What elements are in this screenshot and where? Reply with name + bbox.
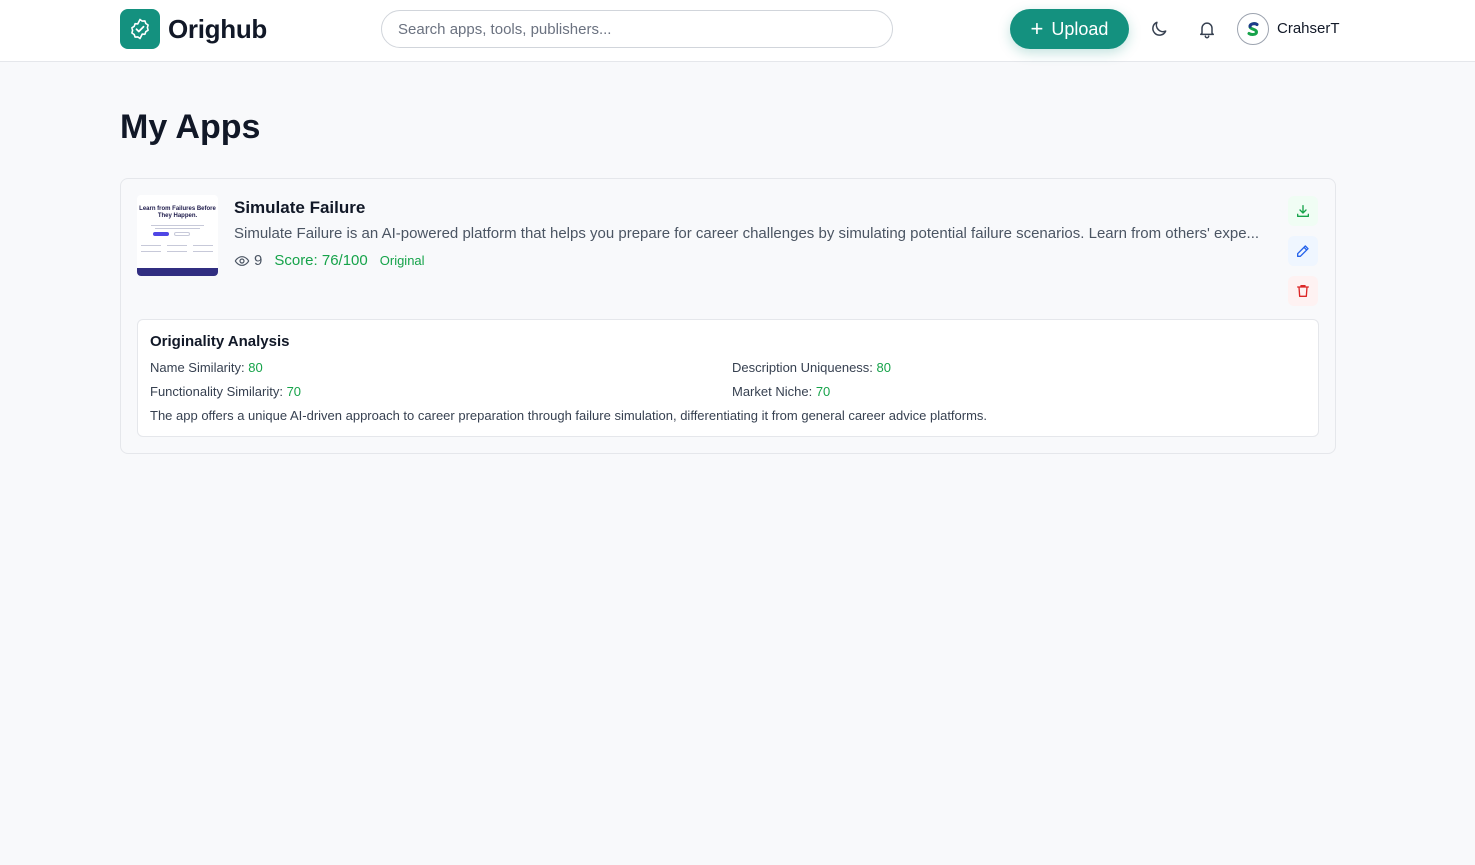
originality-score: Score: 76/100 [274,252,368,269]
app-card: Learn from Failures Before They Happen. … [120,178,1336,454]
thumbnail-line [167,251,187,252]
thumbnail-footer [137,268,218,276]
app-thumbnail[interactable]: Learn from Failures Before They Happen. [137,195,218,276]
thumbnail-line [141,251,161,252]
view-count: 9 [234,252,262,269]
thumbnail-button [153,232,169,236]
thumbnail-line [193,251,213,252]
upload-button-label: Upload [1051,18,1109,39]
eye-icon [234,255,250,266]
delete-button[interactable] [1288,276,1318,306]
upload-button[interactable]: + Upload [1010,9,1129,49]
download-icon [1297,205,1309,217]
metric-label: Market Niche: [732,384,813,399]
brand-logo[interactable]: Orighub [120,9,267,49]
plus-icon: + [1030,16,1044,41]
description-uniqueness: Description Uniqueness: 80 [732,360,891,375]
download-button[interactable] [1288,196,1318,226]
thumbnail-line [141,245,161,246]
thumbnail-line [151,225,204,226]
metric-label: Functionality Similarity: [150,384,283,399]
trash-icon [1297,285,1309,297]
status-badge: Original [379,253,425,268]
search-input[interactable] [381,10,893,48]
thumbnail-button [174,232,190,236]
metric-value: 80 [248,360,263,375]
moon-icon[interactable] [1146,16,1172,42]
analysis-summary: The app offers a unique AI-driven approa… [150,408,988,423]
thumbnail-line [193,245,213,246]
brand-name: Orighub [168,13,267,44]
top-navbar: Orighub + Upload CrahserT [0,0,1475,62]
app-meta: 9 Score: 76/100 Original [234,252,425,269]
avatar[interactable] [1237,13,1269,45]
view-count-value: 9 [254,252,263,269]
pencil-icon [1297,245,1309,257]
metric-label: Description Uniqueness: [732,360,873,375]
thumbnail-text: Learn from Failures Before They Happen. [139,206,216,219]
name-similarity: Name Similarity: 80 [150,360,263,375]
functionality-similarity: Functionality Similarity: 70 [150,384,301,399]
thumbnail-line [167,245,187,246]
metric-label: Name Similarity: [150,360,245,375]
originality-analysis-panel: Originality Analysis Name Similarity: 80… [137,319,1319,437]
username[interactable]: CrahserT [1277,20,1340,37]
check-badge-icon [120,9,160,49]
metric-value: 70 [286,384,302,399]
analysis-title: Originality Analysis [150,333,290,350]
metric-value: 70 [815,384,831,399]
page-title: My Apps [120,108,261,146]
app-description: Simulate Failure is an AI-powered platfo… [234,225,1260,242]
edit-button[interactable] [1288,236,1318,266]
bell-icon[interactable] [1194,16,1220,42]
app-name[interactable]: Simulate Failure [234,198,365,218]
thumbnail-line [155,228,200,229]
metric-value: 80 [876,360,891,375]
market-niche: Market Niche: 70 [732,384,830,399]
